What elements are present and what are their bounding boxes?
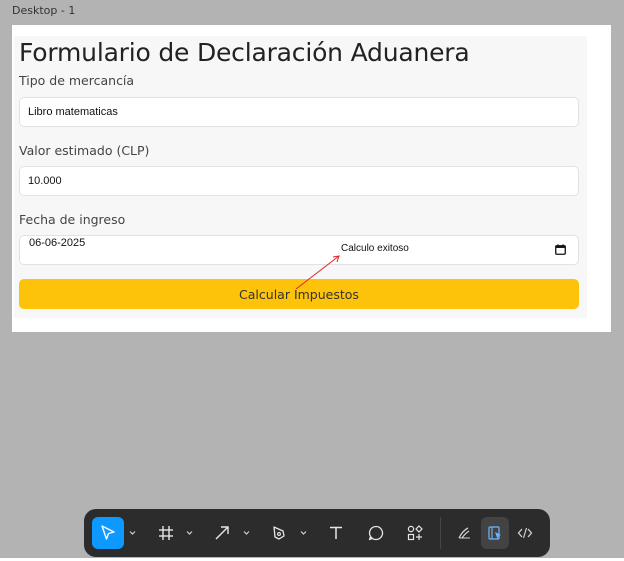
- text-tool[interactable]: [320, 517, 352, 549]
- estimated-value-value: 10.000: [28, 175, 62, 187]
- chevron-down-icon[interactable]: [186, 530, 193, 536]
- comment-icon: [368, 525, 384, 541]
- frame-tool[interactable]: [150, 517, 182, 549]
- merchandise-type-input[interactable]: Libro matematicas: [19, 97, 579, 127]
- frame-label[interactable]: Desktop - 1: [12, 4, 75, 17]
- move-cursor-icon: [101, 525, 115, 540]
- frame-icon: [159, 526, 173, 540]
- toolbar-divider: [440, 517, 441, 549]
- chevron-down-icon[interactable]: [243, 530, 250, 536]
- arrow-tool[interactable]: [206, 517, 238, 549]
- bottom-toolbar: [84, 509, 550, 557]
- estimated-value-label: Valor estimado (CLP): [19, 143, 150, 158]
- dev-mode-icon: [517, 527, 533, 539]
- move-tool[interactable]: [92, 517, 124, 549]
- actions-icon: [407, 525, 423, 541]
- dev-mode-tool[interactable]: [511, 517, 539, 549]
- chevron-down-icon[interactable]: [129, 530, 136, 536]
- estimated-value-input[interactable]: 10.000: [19, 166, 579, 196]
- draw-mode-icon: [458, 527, 470, 539]
- pen-tool[interactable]: [263, 517, 295, 549]
- comment-tool[interactable]: [360, 517, 392, 549]
- text-icon: [330, 526, 342, 539]
- draw-mode-tool[interactable]: [450, 517, 478, 549]
- merchandise-type-label: Tipo de mercancía: [19, 73, 135, 88]
- design-mode-icon: [488, 526, 501, 540]
- actions-tool[interactable]: [399, 517, 431, 549]
- chevron-down-icon[interactable]: [300, 530, 307, 536]
- design-mode-tool[interactable]: [481, 517, 509, 549]
- annotation-text[interactable]: Calculo exitoso: [341, 243, 409, 254]
- annotation-arrow[interactable]: [290, 250, 350, 295]
- arrow-line-icon: [215, 526, 229, 540]
- entry-date-label: Fecha de ingreso: [19, 212, 126, 227]
- merchandise-type-value: Libro matematicas: [28, 106, 118, 118]
- calendar-icon[interactable]: [555, 244, 566, 255]
- entry-date-value: 06-06-2025: [29, 237, 86, 249]
- form-title: Formulario de Declaración Aduanera: [19, 38, 470, 67]
- pen-icon: [273, 526, 285, 540]
